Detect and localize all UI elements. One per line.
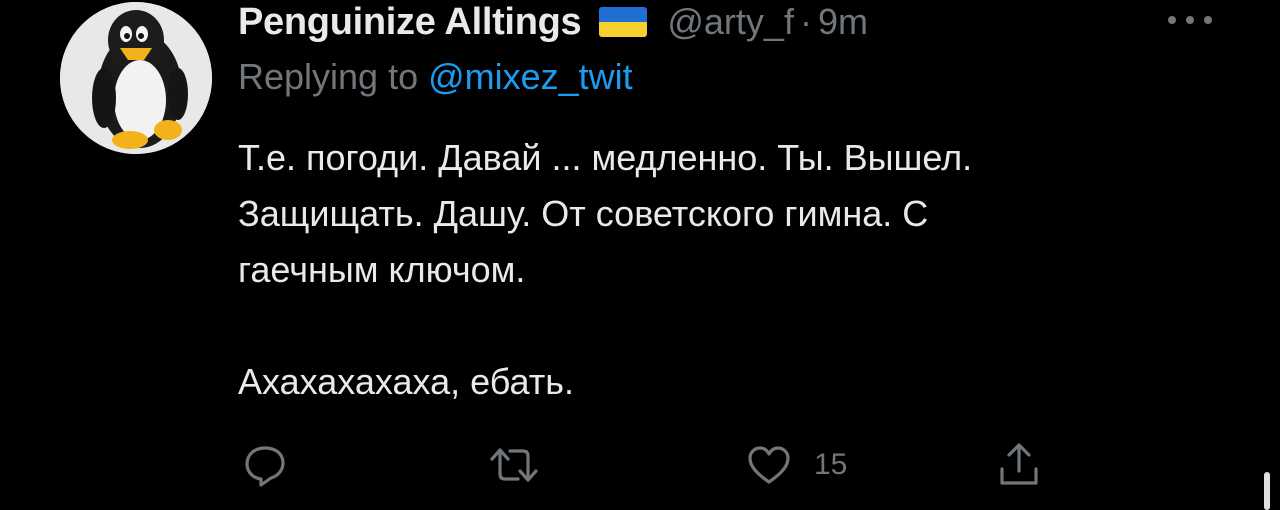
penguin-avatar-image (60, 2, 212, 154)
retweet-icon (490, 448, 538, 482)
more-icon[interactable] (1168, 10, 1212, 30)
tweet-text: Т.е. погоди. Давай ... медленно. Ты. Выш… (238, 130, 1228, 410)
tweet-actions: 15 (238, 440, 1058, 490)
ukraine-flag-icon (599, 7, 648, 37)
avatar[interactable] (60, 2, 212, 154)
tweet-header: Penguinize Alltings @arty_f · 9m (238, 0, 868, 44)
like-count: 15 (814, 448, 848, 481)
scrollbar[interactable] (1264, 472, 1270, 510)
retweet-button[interactable] (488, 440, 540, 490)
reply-icon (245, 446, 285, 487)
user-handle[interactable]: @arty_f (667, 1, 794, 43)
replying-to-label: Replying to (238, 56, 429, 97)
tweet-text-line: Т.е. погоди. Давай ... медленно. Ты. Выш… (238, 137, 973, 178)
like-button[interactable]: 15 (746, 440, 847, 490)
heart-icon (748, 446, 790, 484)
separator-dot: · (799, 1, 812, 42)
tweet-text-line: Защищать. Дашу. От советского гимна. С (238, 193, 929, 234)
replying-to: Replying to @mixez_twit (238, 56, 633, 98)
tweet-text-line: гаечным ключом. (238, 249, 526, 290)
reply-button[interactable] (242, 440, 288, 490)
tweet[interactable]: Penguinize Alltings @arty_f · 9m Replyin… (0, 0, 1280, 510)
timestamp[interactable]: 9m (818, 1, 868, 43)
share-icon (1000, 443, 1038, 485)
share-button[interactable] (996, 440, 1042, 490)
tweet-text-last-line: Ахахахахаха, ебать. (238, 361, 574, 402)
display-name[interactable]: Penguinize Alltings (238, 1, 582, 44)
replying-to-mention[interactable]: @mixez_twit (428, 56, 633, 97)
